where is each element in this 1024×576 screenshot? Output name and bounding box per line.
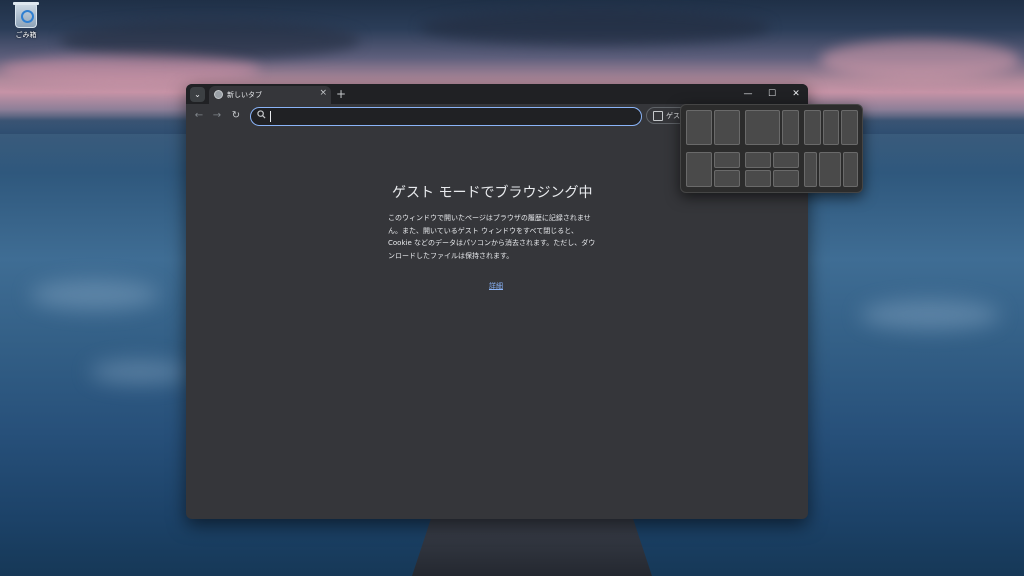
snap-layout-three-columns	[804, 110, 858, 145]
snap-zone[interactable]	[745, 152, 771, 168]
title-bar: ⌄ 新しいタブ × + — ☐ ✕	[186, 84, 808, 104]
chevron-down-icon: ⌄	[194, 90, 201, 99]
details-link[interactable]: 詳細	[489, 281, 503, 291]
description-line: ん。また、開いているゲスト ウィンドウをすべて閉じると、	[388, 226, 578, 235]
reload-button[interactable]: ↻	[229, 110, 243, 121]
snap-layout-two-halves	[686, 110, 740, 145]
cloud-reflection	[860, 300, 1000, 330]
snap-zone[interactable]	[804, 110, 821, 145]
snap-zone[interactable]	[841, 110, 858, 145]
cloud-reflection	[90, 360, 190, 384]
recycle-bin-label: ごみ箱	[15, 31, 37, 39]
maximize-button[interactable]: ☐	[760, 86, 784, 102]
tab-close-button[interactable]: ×	[319, 88, 327, 98]
snap-zone[interactable]	[823, 110, 839, 145]
back-button[interactable]: ←	[192, 110, 206, 121]
snap-zone[interactable]	[819, 152, 841, 187]
search-icon	[257, 110, 266, 119]
recycle-bin-shortcut[interactable]: ごみ箱	[8, 2, 44, 40]
snap-layout-four-grid	[745, 152, 799, 187]
snap-zone[interactable]	[714, 110, 740, 145]
sky-cloud	[820, 40, 1020, 80]
address-bar[interactable]	[250, 107, 642, 126]
snap-zone[interactable]	[773, 170, 799, 187]
guest-profile-icon	[653, 111, 663, 121]
page-title: ゲスト モードでブラウジング中	[392, 185, 593, 201]
description-line: ンロードしたファイルは保持されます。	[388, 251, 514, 260]
guest-description: このウィンドウで開いたページはブラウザの履歴に記録されませ ん。また、開いている…	[388, 212, 610, 262]
recycle-bin-icon	[13, 2, 39, 28]
snap-zone[interactable]	[714, 170, 740, 187]
snap-zone[interactable]	[843, 152, 858, 187]
description-line: このウィンドウで開いたページはブラウザの履歴に記録されませ	[388, 214, 591, 222]
snap-zone[interactable]	[686, 152, 712, 187]
snap-zone[interactable]	[804, 152, 817, 187]
snap-zone[interactable]	[782, 110, 799, 145]
snap-zone[interactable]	[773, 152, 799, 168]
snap-layout-three-equal	[804, 152, 858, 187]
close-button[interactable]: ✕	[784, 86, 808, 102]
tab-title: 新しいタブ	[227, 91, 262, 99]
sky-cloud	[420, 10, 770, 45]
snap-layout-one-plus-two	[686, 152, 740, 187]
forward-button[interactable]: →	[210, 110, 224, 121]
minimize-button[interactable]: —	[736, 86, 760, 102]
cloud-reflection	[30, 280, 160, 310]
sky-cloud	[60, 20, 360, 60]
description-line: Cookie などのデータはパソコンから消去されます。ただし、ダウ	[388, 239, 596, 247]
snap-zone[interactable]	[686, 110, 712, 145]
snap-layouts-flyout	[680, 104, 863, 193]
pier	[412, 518, 652, 576]
snap-zone[interactable]	[745, 110, 780, 145]
tab-search-button[interactable]: ⌄	[190, 87, 205, 102]
globe-icon	[214, 90, 223, 99]
new-tab-button[interactable]: +	[336, 86, 346, 102]
sky-cloud	[0, 55, 260, 85]
snap-zone[interactable]	[714, 152, 740, 168]
tab-new-tab[interactable]: 新しいタブ ×	[209, 86, 331, 104]
text-caret	[270, 111, 271, 122]
snap-zone[interactable]	[745, 170, 771, 187]
snap-layout-wide-narrow	[745, 110, 799, 145]
